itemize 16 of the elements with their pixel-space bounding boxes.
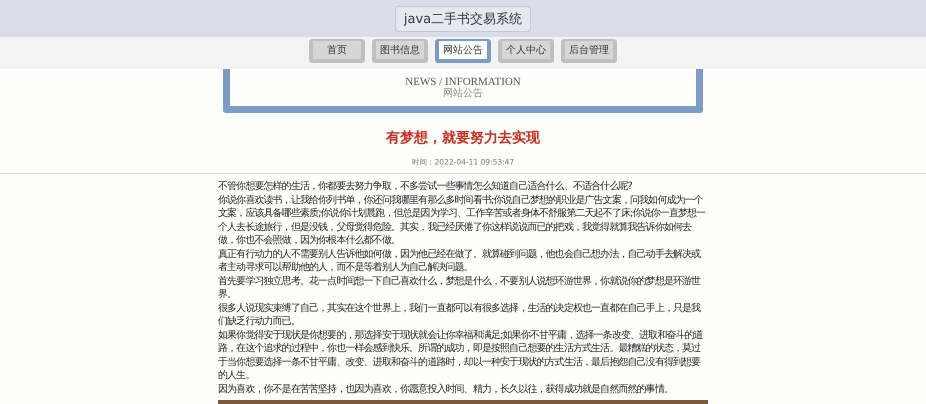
article-paragraph: 很多人说现实束缚了自己，其实在这个世界上，我们一直都可以有很多选择，生活的决定权也一直都在自己手上，只是我们缺乏行动力而已。 bbox=[218, 302, 702, 328]
article-title: 有梦想，就要努力去实现 bbox=[386, 129, 540, 147]
nav-tab[interactable]: 首页 bbox=[309, 39, 365, 63]
nav-tab[interactable]: 网站公告 bbox=[435, 39, 491, 63]
site-title: java二手书交易系统 bbox=[394, 6, 532, 32]
nav-tab[interactable]: 后台管理 bbox=[561, 39, 617, 63]
nav-tab[interactable]: 个人中心 bbox=[498, 39, 554, 63]
article-paragraph: 首先要学习独立思考。花一点时间想一下自己喜欢什么，梦想是什么，不要别人说想环游世界，你就说你的梦想是环游世界。 bbox=[218, 274, 702, 302]
article-paragraph: 你说你喜欢读书，让我给你列书单，你还问我哪里有那么多时间看书;你说自己梦想的职业是广告文案，问我如何成为一个文案，应该具备哪些素质;你说你计划晨跑，但总是因为学习、工作辛苦或者身体不舒服第二天起不了床;你说你一直梦想一个人去长途旅行，但是没钱，父母觉得危险。其实，我已经厌倦了你这样说说而已的把戏，我觉得就算我告诉你如何去做，你也不会照做，因为你根本什么都不做。 bbox=[218, 194, 706, 248]
article-paragraph: 不管你想要怎样的生活，你都要去努力争取，不多尝试一些事情怎么知道自己适合什么、不适合什么呢? bbox=[218, 180, 634, 194]
banner-title: NEWS / INFORMATION bbox=[404, 76, 522, 88]
banner-subtitle: 网站公告 bbox=[442, 88, 484, 100]
article-paragraph: 如果你觉得安于现状是你想要的，那选择安于现状就会让你幸福和满足;如果你不甘平庸，选择一条改变、进取和奋斗的道路，在这个追求的过程中，你也一样会感到快乐。所谓的成功，即是按照自己想要的生活方式生活。最糟糕的状态，莫过于当你想要选择一条不甘平庸、改变、进取和奋斗的道路时，却以一种安于现状的方式生活，最后抱怨自己没有得到想要的人生。 bbox=[218, 328, 704, 382]
article-paragraph: 因为喜欢，你不是在苦苦坚持，也因为喜欢，你愿意投入时间、精力，长久以往，获得成功就是自然而然的事情。 bbox=[218, 382, 674, 396]
nav-tab[interactable]: 图书信息 bbox=[372, 39, 428, 63]
article-paragraph: 真正有行动力的人不需要别人告诉他如何做，因为他已经在做了。就算碰到问题，他也会自己想办法，自己动手去解决或者主动寻求可以帮助他的人，而不是等着别人为自己解决问题。 bbox=[218, 248, 702, 274]
